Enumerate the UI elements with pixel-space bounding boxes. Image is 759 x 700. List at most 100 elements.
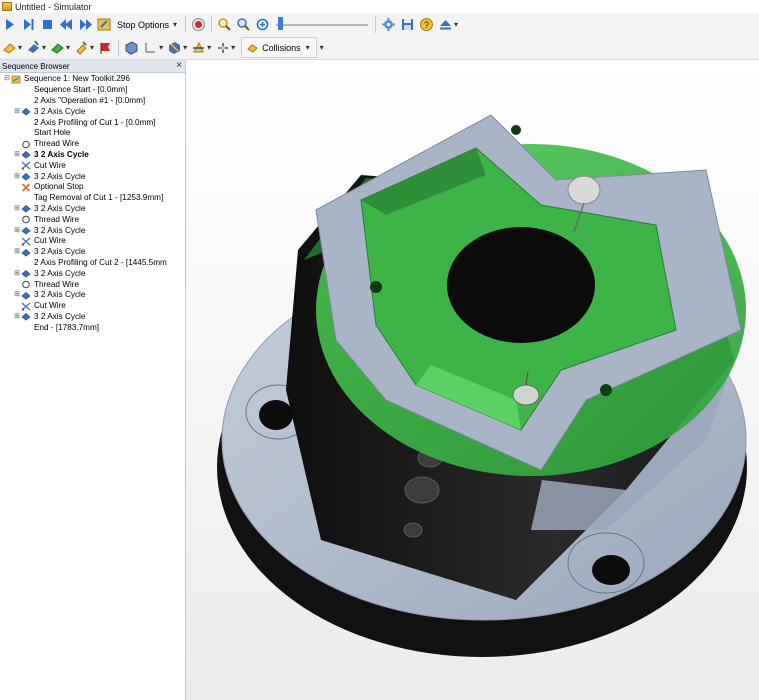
tree-item[interactable]: Thread Wire xyxy=(0,279,185,290)
tree-item[interactable]: Thread Wire xyxy=(0,214,185,225)
flag-button[interactable] xyxy=(97,39,114,56)
tree-item[interactable]: Optional Stop xyxy=(0,182,185,193)
cycle-icon xyxy=(21,226,31,235)
step-forward-button[interactable] xyxy=(20,16,37,33)
tree-item[interactable]: Cut Wire xyxy=(0,160,185,171)
chevron-down-icon[interactable]: ▾ xyxy=(454,20,458,29)
wire-guide-upper xyxy=(567,175,601,205)
thread-icon xyxy=(21,215,31,224)
tree-item[interactable]: Cut Wire xyxy=(0,236,185,247)
stop-icon xyxy=(21,183,31,192)
part-model-view[interactable] xyxy=(186,60,759,700)
section-button[interactable] xyxy=(190,39,207,56)
cycle-icon xyxy=(21,150,31,159)
chevron-down-icon[interactable]: ▾ xyxy=(183,43,187,52)
tree-item[interactable]: Sequence Start - [0.0mm] xyxy=(0,85,185,96)
tree-item[interactable]: 2 Axis Profiling of Cut 2 - [1445.5mm xyxy=(0,258,185,269)
tree-root-item[interactable]: ⊟ Sequence 1: New Toolkit.296 xyxy=(0,74,185,85)
eject-button[interactable] xyxy=(437,16,454,33)
expand-icon[interactable]: ⊞ xyxy=(13,204,21,214)
tree-icon-placeholder xyxy=(21,86,31,95)
fixture-button[interactable] xyxy=(25,39,42,56)
simulation-viewport[interactable] xyxy=(186,60,759,700)
tree-item-label: Cut Wire xyxy=(34,301,66,311)
chevron-down-icon[interactable]: ▾ xyxy=(66,43,70,52)
tree-item[interactable]: 2 Axis Profiling of Cut 1 - [0.0mm] xyxy=(0,117,185,128)
tree-item[interactable]: End - [1783.7mm] xyxy=(0,322,185,333)
playback-slider[interactable] xyxy=(276,16,369,33)
rewind-button[interactable] xyxy=(58,16,75,33)
section-icon xyxy=(193,41,205,53)
save-button[interactable] xyxy=(399,16,416,33)
stock-button[interactable] xyxy=(1,39,18,56)
thread-icon xyxy=(21,140,31,149)
tree-item[interactable]: Tag Removal of Cut 1 - [1253.9mm] xyxy=(0,193,185,204)
iso-view-icon xyxy=(169,42,181,54)
tool-button[interactable] xyxy=(73,39,90,56)
cycle-icon xyxy=(21,291,31,300)
record-button[interactable] xyxy=(190,16,207,33)
stop-button[interactable] xyxy=(39,16,56,33)
rotate-view-button[interactable] xyxy=(254,16,271,33)
tree-item[interactable]: ⊞ 3 2 Axis Cycle xyxy=(0,268,185,279)
tree-item[interactable]: Start Hole xyxy=(0,128,185,139)
flag-icon xyxy=(100,43,111,54)
expand-icon[interactable]: ⊞ xyxy=(13,226,21,236)
chevron-down-icon[interactable]: ▾ xyxy=(231,43,235,52)
axis-view-icon xyxy=(145,43,156,53)
cycle-icon xyxy=(21,172,31,181)
stop-options-dropdown[interactable]: Stop Options ▾ xyxy=(114,16,182,33)
tree-item-label: 2 Axis Profiling of Cut 2 - [1445.5mm xyxy=(34,257,167,267)
tree-item[interactable]: ⊞ 3 2 Axis Cycle xyxy=(0,247,185,258)
chevron-down-icon[interactable]: ▾ xyxy=(159,43,163,52)
expand-icon[interactable]: ⊞ xyxy=(13,312,21,322)
tree-root-label: Sequence 1: New Toolkit.296 xyxy=(24,74,130,84)
view-front-button[interactable] xyxy=(123,39,140,56)
tree-icon-placeholder xyxy=(21,129,31,138)
rewind-icon xyxy=(60,19,72,30)
help-button[interactable]: ? xyxy=(418,16,435,33)
zoom-fit-button[interactable] xyxy=(235,16,252,33)
cut-icon xyxy=(21,161,31,170)
part-button[interactable] xyxy=(49,39,66,56)
tree-item[interactable]: ⊞ 3 2 Axis Cycle xyxy=(0,171,185,182)
tree-item[interactable]: ⊞ 3 2 Axis Cycle xyxy=(0,204,185,215)
chevron-down-icon[interactable]: ▾ xyxy=(42,43,46,52)
expand-icon[interactable]: ⊞ xyxy=(13,269,21,279)
expand-icon[interactable]: ⊞ xyxy=(13,107,21,117)
chevron-down-icon: ▾ xyxy=(305,43,310,52)
tree-item[interactable]: ⊞ 3 2 Axis Cycle xyxy=(0,106,185,117)
chevron-down-icon[interactable]: ▾ xyxy=(207,43,211,52)
thread-icon xyxy=(21,280,31,289)
collisions-dropdown[interactable]: Collisions ▾ xyxy=(241,37,317,58)
tree-item[interactable]: ⊞ 3 2 Axis Cycle xyxy=(0,150,185,161)
expand-icon[interactable]: ⊞ xyxy=(13,290,21,300)
collapse-icon[interactable]: ⊟ xyxy=(3,74,11,84)
chevron-down-icon[interactable]: ▾ xyxy=(320,43,324,52)
stop-options-icon-button[interactable] xyxy=(96,16,113,33)
expand-icon[interactable]: ⊞ xyxy=(13,172,21,182)
tree-icon-placeholder xyxy=(21,194,31,203)
expand-icon[interactable]: ⊞ xyxy=(13,150,21,160)
chevron-down-icon[interactable]: ▾ xyxy=(90,43,94,52)
tree-item-label: 3 2 Axis Cycle xyxy=(34,171,86,181)
view-iso-button[interactable] xyxy=(166,39,183,56)
axes-icon xyxy=(218,43,229,53)
tree-item[interactable]: ⊞ 3 2 Axis Cycle xyxy=(0,225,185,236)
settings-button[interactable] xyxy=(380,16,397,33)
tree-item[interactable]: Thread Wire xyxy=(0,139,185,150)
chevron-down-icon[interactable]: ▾ xyxy=(18,43,22,52)
close-icon[interactable]: × xyxy=(176,61,182,71)
tree-item[interactable]: 2 Axis "Operation #1 - [0.0mm] xyxy=(0,96,185,107)
axes-button[interactable] xyxy=(214,39,231,56)
tree-item[interactable]: Cut Wire xyxy=(0,301,185,312)
play-button[interactable] xyxy=(1,16,18,33)
expand-icon[interactable]: ⊞ xyxy=(13,247,21,257)
tree-item[interactable]: ⊞ 3 2 Axis Cycle xyxy=(0,290,185,301)
plate-hole xyxy=(511,125,521,135)
view-top-button[interactable] xyxy=(142,39,159,56)
tree-item[interactable]: ⊞ 3 2 Axis Cycle xyxy=(0,312,185,323)
zoom-button[interactable] xyxy=(216,16,233,33)
slider-thumb[interactable] xyxy=(277,17,283,30)
fast-forward-button[interactable] xyxy=(77,16,94,33)
